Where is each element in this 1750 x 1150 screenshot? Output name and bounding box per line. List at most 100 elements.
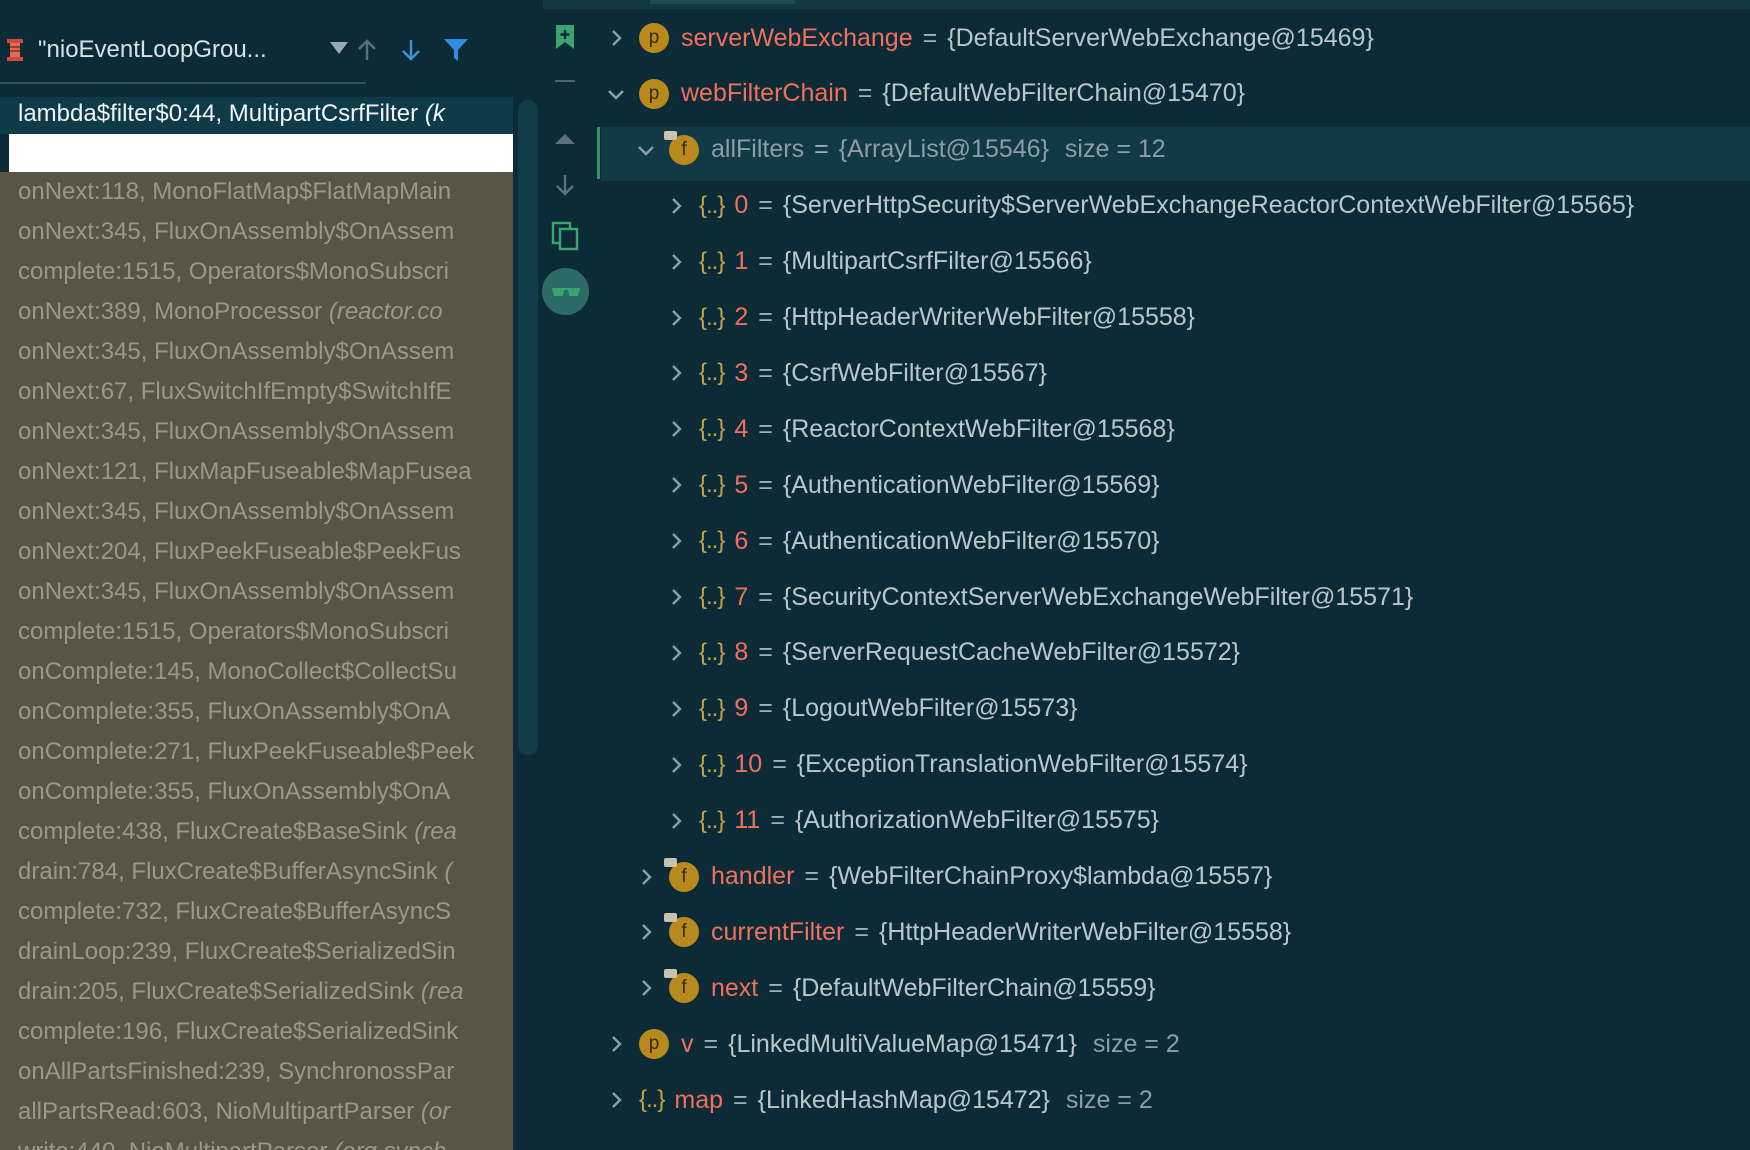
variable-value: {AuthorizationWebFilter@15575} <box>794 806 1159 835</box>
variable-row[interactable]: {..} 9 = {LogoutWebFilter@15573} <box>665 681 1077 737</box>
variable-row[interactable]: f currentFilter = {HttpHeaderWriterWebFilte… <box>635 904 1291 960</box>
chevron-right-icon[interactable] <box>605 1033 627 1055</box>
variable-row[interactable]: {..} 7 = {SecurityContextServerWebExchangeW… <box>665 569 1413 625</box>
chevron-right-icon[interactable] <box>665 698 687 720</box>
chevron-right-icon[interactable] <box>665 307 687 329</box>
variable-row[interactable]: {..} 4 = {ReactorContextWebFilter@15568} <box>665 401 1175 457</box>
frame-item[interactable]: onComplete:355, FluxOnAssembly$OnA <box>18 692 450 732</box>
frame-item[interactable]: allPartsRead:603, NioMultipartParser (or <box>18 1092 450 1132</box>
variable-row[interactable]: f handler = {WebFilterChainProxy$lambda@155… <box>635 849 1272 905</box>
variable-row[interactable]: {..} 5 = {AuthenticationWebFilter@15569} <box>665 457 1159 513</box>
frame-item[interactable]: onNext:121, FluxMapFuseable$MapFusea <box>18 452 472 492</box>
chevron-right-icon[interactable] <box>635 977 657 999</box>
variable-row[interactable]: {..} 11 = {AuthorizationWebFilter@15575} <box>665 793 1159 849</box>
chevron-right-icon[interactable] <box>665 195 687 217</box>
arrow-down-icon[interactable] <box>549 171 581 199</box>
frame-package: (rea <box>407 818 457 845</box>
filter-icon[interactable] <box>440 34 472 66</box>
frame-name: complete:732, FluxCreate$BufferAsyncS <box>18 898 452 925</box>
variable-value: {ExceptionTranslationWebFilter@15574} <box>796 750 1248 779</box>
variable-name: 6 <box>734 526 749 555</box>
chevron-right-icon[interactable] <box>605 1089 627 1111</box>
frame-item[interactable]: onAllPartsFinished:239, SynchronossPar <box>18 1052 454 1092</box>
frame-item[interactable]: onComplete:355, FluxOnAssembly$OnA <box>18 772 450 812</box>
frame-search-field[interactable] <box>9 134 513 172</box>
array-element-icon: {..} <box>699 415 725 443</box>
variable-row[interactable]: p webFilterChain = {DefaultWebFilterChain@1… <box>605 66 1245 122</box>
frame-item[interactable]: onNext:345, FluxOnAssembly$OnAssem <box>18 492 454 532</box>
copy-icon[interactable] <box>549 219 581 253</box>
frame-name: onNext:204, FluxPeekFuseable$PeekFus <box>18 538 461 565</box>
variable-name: 2 <box>734 303 749 331</box>
frame-item[interactable]: drainLoop:239, FluxCreate$SerializedSin <box>18 932 456 972</box>
variable-value: {DefaultServerWebExchange@15469} <box>947 23 1374 52</box>
frame-item[interactable]: onNext:204, FluxPeekFuseable$PeekFus <box>18 532 461 572</box>
frame-item[interactable]: onNext:345, FluxOnAssembly$OnAssem <box>18 332 454 372</box>
chevron-down-icon[interactable] <box>330 42 348 54</box>
arrow-down-icon[interactable] <box>395 34 427 66</box>
array-element-icon: {..} <box>699 471 725 499</box>
frame-item[interactable]: onNext:67, FluxSwitchIfEmpty$SwitchIfE <box>18 372 452 412</box>
chevron-right-icon[interactable] <box>635 921 657 943</box>
variable-row[interactable]: {..} 8 = {ServerRequestCacheWebFilter@15572… <box>665 625 1240 681</box>
arrow-up-icon[interactable] <box>351 34 383 66</box>
variable-row[interactable]: p v = {LinkedMultiValueMap@15471} size = 2 <box>605 1016 1180 1072</box>
chevron-right-icon[interactable] <box>665 251 687 273</box>
frame-name: onComplete:271, FluxPeekFuseable$Peek <box>18 738 475 765</box>
frame-name: onComplete:355, FluxOnAssembly$OnA <box>18 778 451 805</box>
thread-selector[interactable]: "nioEventLoopGrou... <box>38 36 267 64</box>
variable-row[interactable]: f next = {DefaultWebFilterChain@15559} <box>635 960 1156 1016</box>
chevron-right-icon[interactable] <box>665 642 687 664</box>
chevron-down-icon[interactable] <box>605 83 627 105</box>
frame-name: onNext:345, FluxOnAssembly$OnAssem <box>18 218 455 245</box>
parameter-icon: p <box>639 23 669 53</box>
chevron-right-icon[interactable] <box>665 754 687 776</box>
variable-row[interactable]: {..} 0 = {ServerHttpSecurity$ServerWebExcha… <box>665 178 1634 234</box>
frame-item[interactable]: onComplete:271, FluxPeekFuseable$Peek <box>18 732 474 772</box>
frame-item[interactable]: complete:1515, Operators$MonoSubscri <box>18 612 449 652</box>
frame-item[interactable]: onNext:389, MonoProcessor (reactor.co <box>18 292 443 332</box>
chevron-right-icon[interactable] <box>665 530 687 552</box>
variable-row[interactable]: {..} 2 = {HttpHeaderWriterWebFilter@15558} <box>665 290 1195 346</box>
frame-item[interactable]: drain:784, FluxCreate$BufferAsyncSink ( <box>18 852 452 892</box>
frame-item[interactable]: onNext:345, FluxOnAssembly$OnAssem <box>18 572 454 612</box>
variable-row[interactable]: {..} 10 = {ExceptionTranslationWebFilter@15… <box>665 737 1247 793</box>
frame-name: complete:196, FluxCreate$SerializedSink <box>18 1018 459 1045</box>
variable-row[interactable]: {..} map = {LinkedHashMap@15472} size = 2 <box>605 1072 1153 1128</box>
chevron-right-icon[interactable] <box>605 27 627 49</box>
frame-item[interactable]: write:440, NioMultipartParser (org.synch <box>18 1132 446 1150</box>
variable-row[interactable]: p serverWebExchange = {DefaultServerWebExch… <box>605 10 1374 66</box>
glasses-icon[interactable] <box>542 268 589 315</box>
chevron-right-icon[interactable] <box>665 810 687 832</box>
selected-frame[interactable]: lambda$filter$0:44, MultipartCsrfFilter … <box>0 97 513 134</box>
collapse-minus-icon[interactable] <box>549 71 581 91</box>
frame-item[interactable]: complete:438, FluxCreate$BaseSink (rea <box>18 812 457 852</box>
frame-item[interactable]: onComplete:145, MonoCollect$CollectSu <box>18 652 457 692</box>
frame-name: onNext:121, FluxMapFuseable$MapFusea <box>18 458 472 485</box>
triangle-up-icon[interactable] <box>549 129 581 149</box>
parameter-icon: p <box>639 1029 669 1060</box>
chevron-right-icon[interactable] <box>665 362 687 384</box>
frame-item[interactable]: complete:196, FluxCreate$SerializedSink <box>18 1012 458 1052</box>
variable-row[interactable]: f allFilters = {ArrayList@15546} size = 12 <box>635 122 1166 178</box>
frame-item[interactable]: complete:732, FluxCreate$BufferAsyncS <box>18 892 451 932</box>
variable-row[interactable]: {..} 6 = {AuthenticationWebFilter@15570} <box>665 513 1159 569</box>
variable-row[interactable]: {..} 3 = {CsrfWebFilter@15567} <box>665 345 1047 401</box>
chevron-right-icon[interactable] <box>665 474 687 496</box>
frame-item[interactable]: drain:205, FluxCreate$SerializedSink (re… <box>18 972 464 1012</box>
frame-item[interactable]: complete:1515, Operators$MonoSubscri <box>18 252 449 292</box>
chevron-right-icon[interactable] <box>665 418 687 440</box>
variable-value: {DefaultWebFilterChain@15470} <box>882 79 1245 108</box>
chevron-down-icon[interactable] <box>635 139 657 161</box>
frame-item[interactable]: onNext:345, FluxOnAssembly$OnAssem <box>18 412 454 452</box>
frame-item[interactable]: onNext:118, MonoFlatMap$FlatMapMain <box>18 172 451 212</box>
chevron-right-icon[interactable] <box>635 866 657 888</box>
variable-row[interactable]: {..} 1 = {MultipartCsrfFilter@15566} <box>665 234 1092 290</box>
equals-sign: = <box>854 917 869 946</box>
chevron-right-icon[interactable] <box>665 586 687 608</box>
frame-item[interactable]: onNext:345, FluxOnAssembly$OnAssem <box>18 212 454 252</box>
variable-name: currentFilter <box>711 917 845 946</box>
scrollbar[interactable] <box>518 100 538 755</box>
array-element-icon: {..} <box>699 694 725 722</box>
bookmark-plus-icon[interactable] <box>549 21 581 53</box>
